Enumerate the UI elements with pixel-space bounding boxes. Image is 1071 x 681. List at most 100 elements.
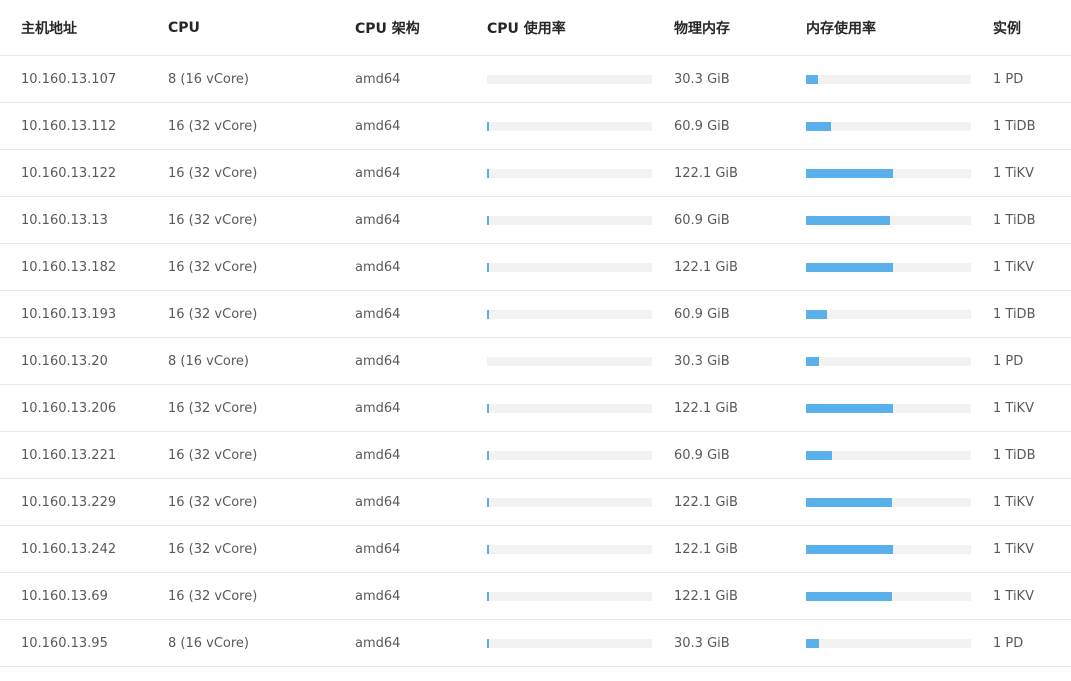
progress-fill (806, 497, 892, 507)
instances-cell[interactable]: 1 PD (993, 338, 1023, 384)
memory-cell: 122.1 GiB (674, 259, 738, 275)
progress-track (487, 544, 652, 554)
instances-cell[interactable]: 1 TiKV (993, 385, 1034, 431)
progress-track (487, 262, 652, 272)
host-cell: 10.160.13.182 (21, 259, 117, 275)
progress-fill (806, 544, 894, 554)
cpu-cell: 16 (32 vCore) (168, 588, 258, 604)
progress-track (806, 168, 971, 178)
instances-cell[interactable]: 1 TiKV (993, 150, 1034, 196)
arch-cell: amd64 (355, 447, 401, 463)
cpu-usage-bar (487, 573, 652, 619)
progress-fill (487, 591, 489, 601)
table-row[interactable]: 10.160.13.229 16 (32 vCore) amd64 122.1 GiB… (0, 479, 1071, 526)
cpu-cell: 16 (32 vCore) (168, 494, 258, 510)
progress-track (806, 74, 971, 84)
progress-track (487, 497, 652, 507)
header-instances[interactable]: 实例 (993, 0, 1021, 55)
table-row[interactable]: 10.160.13.107 8 (16 vCore) amd64 30.3 GiB 1 … (0, 56, 1071, 103)
progress-track (487, 450, 652, 460)
arch-cell: amd64 (355, 259, 401, 275)
instances-cell[interactable]: 1 TiDB (993, 291, 1036, 337)
host-cell: 10.160.13.13 (21, 212, 108, 228)
table-row[interactable]: 10.160.13.193 16 (32 vCore) amd64 60.9 GiB 1… (0, 291, 1071, 338)
host-cell: 10.160.13.95 (21, 635, 108, 651)
progress-track (487, 74, 652, 84)
header-memory[interactable]: 物理内存 (674, 0, 730, 55)
instances-cell[interactable]: 1 TiKV (993, 526, 1034, 572)
progress-track (806, 356, 971, 366)
host-cell: 10.160.13.229 (21, 494, 117, 510)
cpu-usage-bar (487, 432, 652, 478)
mem-usage-bar (806, 103, 971, 149)
table-header: 主机地址 CPU CPU 架构 CPU 使用率 物理内存 内存使用率 实例 (0, 0, 1071, 56)
host-cell: 10.160.13.206 (21, 400, 117, 416)
instances-cell[interactable]: 1 TiKV (993, 244, 1034, 290)
header-cpu[interactable]: CPU (168, 0, 200, 55)
progress-track (487, 403, 652, 413)
cpu-cell: 8 (16 vCore) (168, 353, 250, 369)
arch-cell: amd64 (355, 400, 401, 416)
instances-cell[interactable]: 1 PD (993, 620, 1023, 666)
progress-track (487, 591, 652, 601)
memory-cell: 30.3 GiB (674, 635, 730, 651)
mem-usage-bar (806, 432, 971, 478)
progress-fill (487, 262, 489, 272)
progress-track (806, 638, 971, 648)
table-row[interactable]: 10.160.13.206 16 (32 vCore) amd64 122.1 GiB… (0, 385, 1071, 432)
table-row[interactable]: 10.160.13.69 16 (32 vCore) amd64 122.1 GiB 1… (0, 573, 1071, 620)
header-host[interactable]: 主机地址 (21, 0, 77, 55)
mem-usage-bar (806, 479, 971, 525)
progress-fill (806, 121, 831, 131)
progress-fill (487, 168, 489, 178)
progress-track (806, 450, 971, 460)
cpu-cell: 16 (32 vCore) (168, 400, 258, 416)
progress-track (487, 215, 652, 225)
header-arch[interactable]: CPU 架构 (355, 0, 420, 55)
progress-fill (806, 450, 833, 460)
progress-fill (806, 262, 894, 272)
header-mem-usage[interactable]: 内存使用率 (806, 0, 876, 55)
mem-usage-bar (806, 244, 971, 290)
instances-cell[interactable]: 1 PD (993, 56, 1023, 102)
progress-fill (806, 591, 892, 601)
table-row[interactable]: 10.160.13.221 16 (32 vCore) amd64 60.9 GiB 1… (0, 432, 1071, 479)
progress-track (806, 544, 971, 554)
instances-cell[interactable]: 1 TiDB (993, 432, 1036, 478)
progress-fill (806, 638, 820, 648)
table-row[interactable]: 10.160.13.122 16 (32 vCore) amd64 122.1 GiB… (0, 150, 1071, 197)
table-row[interactable]: 10.160.13.112 16 (32 vCore) amd64 60.9 GiB 1… (0, 103, 1071, 150)
header-cpu-usage[interactable]: CPU 使用率 (487, 0, 566, 55)
cpu-usage-bar (487, 197, 652, 243)
progress-track (806, 309, 971, 319)
arch-cell: amd64 (355, 588, 401, 604)
instances-cell[interactable]: 1 TiKV (993, 479, 1034, 525)
instances-cell[interactable]: 1 TiKV (993, 573, 1034, 619)
instances-cell[interactable]: 1 TiDB (993, 103, 1036, 149)
progress-fill (806, 168, 894, 178)
memory-cell: 60.9 GiB (674, 118, 730, 134)
progress-fill (487, 638, 490, 648)
table-row[interactable]: 10.160.13.95 8 (16 vCore) amd64 30.3 GiB 1 P… (0, 620, 1071, 667)
mem-usage-bar (806, 620, 971, 666)
mem-usage-bar (806, 56, 971, 102)
host-cell: 10.160.13.107 (21, 71, 117, 87)
table-row[interactable]: 10.160.13.20 8 (16 vCore) amd64 30.3 GiB 1 P… (0, 338, 1071, 385)
cpu-usage-bar (487, 385, 652, 431)
table-row[interactable]: 10.160.13.13 16 (32 vCore) amd64 60.9 GiB 1 … (0, 197, 1071, 244)
progress-track (806, 262, 971, 272)
cpu-cell: 8 (16 vCore) (168, 635, 250, 651)
table-row[interactable]: 10.160.13.182 16 (32 vCore) amd64 122.1 GiB… (0, 244, 1071, 291)
host-cell: 10.160.13.69 (21, 588, 108, 604)
instances-cell[interactable]: 1 TiDB (993, 197, 1036, 243)
progress-fill (487, 497, 489, 507)
cpu-usage-bar (487, 244, 652, 290)
progress-fill (487, 450, 489, 460)
progress-fill (806, 356, 820, 366)
mem-usage-bar (806, 291, 971, 337)
progress-track (487, 638, 652, 648)
memory-cell: 122.1 GiB (674, 588, 738, 604)
host-cell: 10.160.13.193 (21, 306, 117, 322)
table-row[interactable]: 10.160.13.242 16 (32 vCore) amd64 122.1 GiB… (0, 526, 1071, 573)
hosts-table: 主机地址 CPU CPU 架构 CPU 使用率 物理内存 内存使用率 实例 10… (0, 0, 1071, 667)
